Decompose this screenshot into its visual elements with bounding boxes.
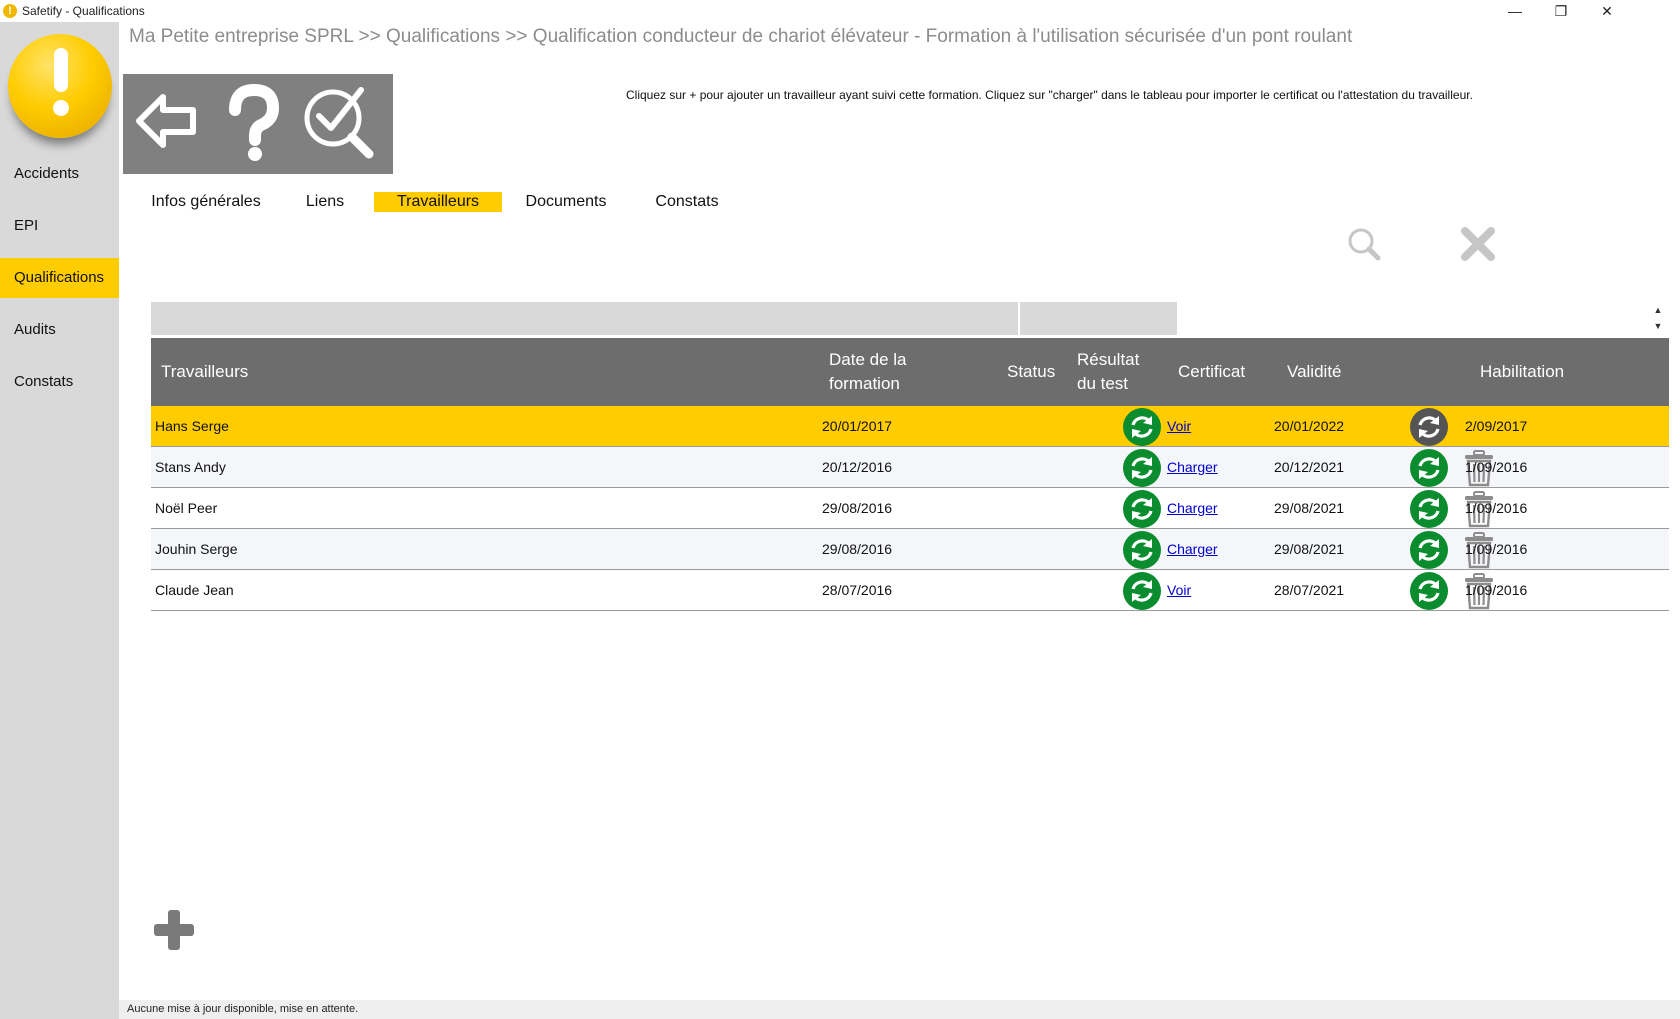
breadcrumb: Ma Petite entreprise SPRL >> Qualificati… — [129, 26, 1353, 47]
close-icon — [1461, 227, 1495, 261]
clear-filter-button[interactable] — [1460, 226, 1496, 262]
back-button[interactable] — [125, 80, 211, 166]
instruction-text: Cliquez sur + pour ajouter un travailleu… — [626, 88, 1473, 102]
test-result-refresh-icon[interactable] — [1123, 531, 1161, 569]
table-row[interactable]: Claude Jean 28/07/2016 Voir 28/07/2021 1/09/… — [151, 570, 1669, 611]
habilitation-refresh-icon[interactable] — [1410, 572, 1448, 610]
header-result[interactable]: Résultat du test — [1077, 348, 1139, 396]
certificate-link[interactable]: Voir — [1167, 570, 1191, 611]
table-header: Travailleurs Date de la formation Status… — [151, 338, 1669, 406]
help-icon — [229, 83, 280, 161]
tab-documents[interactable]: Documents — [522, 192, 610, 212]
cell-training-date: 20/01/2017 — [822, 418, 893, 434]
restore-button[interactable]: ❐ — [1538, 0, 1584, 22]
sidebar-item-epi[interactable]: EPI — [0, 206, 119, 246]
tab-travailleurs[interactable]: Travailleurs — [374, 192, 502, 212]
close-window-button[interactable]: ✕ — [1584, 0, 1630, 22]
cell-worker-name: Stans Andy — [155, 459, 226, 475]
sidebar: Accidents EPI Qualifications Audits Cons… — [0, 22, 119, 1019]
app-logo — [8, 34, 112, 138]
cell-validity: 20/01/2022 — [1274, 418, 1345, 434]
certificate-link[interactable]: Voir — [1167, 406, 1191, 447]
app-icon: ! — [3, 4, 17, 18]
header-result-line1: Résultat — [1077, 350, 1140, 369]
cell-training-date: 29/08/2016 — [822, 500, 893, 516]
habilitation-refresh-icon[interactable] — [1410, 408, 1448, 446]
certificate-link[interactable]: Charger — [1167, 447, 1218, 488]
cell-training-date: 20/12/2016 — [822, 459, 893, 475]
cell-worker-name: Noël Peer — [155, 500, 218, 516]
verify-button[interactable] — [297, 80, 383, 166]
habilitation-refresh-icon[interactable] — [1410, 449, 1448, 487]
help-button[interactable] — [211, 80, 297, 166]
header-certificate[interactable]: Certificat — [1178, 360, 1245, 384]
toolbar — [123, 74, 393, 174]
cell-worker-name: Claude Jean — [155, 582, 234, 598]
test-result-refresh-icon[interactable] — [1123, 408, 1161, 446]
cell-habilitation: 1/09/2016 — [1465, 459, 1528, 475]
search-icon — [1348, 228, 1381, 261]
cell-validity: 28/07/2021 — [1274, 582, 1345, 598]
cell-worker-name: Hans Serge — [155, 418, 229, 434]
minimize-button[interactable]: — — [1492, 0, 1538, 22]
filter-field-date[interactable] — [1020, 302, 1177, 335]
cell-habilitation: 1/09/2016 — [1465, 582, 1528, 598]
certificate-link[interactable]: Charger — [1167, 488, 1218, 529]
header-validity[interactable]: Validité — [1287, 360, 1342, 384]
scrollbar[interactable]: ▲ ▼ — [1651, 302, 1665, 335]
habilitation-refresh-icon[interactable] — [1410, 531, 1448, 569]
cell-validity: 29/08/2021 — [1274, 500, 1345, 516]
cell-validity: 29/08/2021 — [1274, 541, 1345, 557]
logo-exclamation-dot — [53, 100, 69, 116]
table-row[interactable]: Jouhin Serge 29/08/2016 Charger 29/08/2021 1… — [151, 529, 1669, 570]
sidebar-item-qualifications[interactable]: Qualifications — [0, 258, 119, 298]
plus-icon — [154, 910, 194, 950]
status-text: Aucune mise à jour disponible, mise en a… — [127, 1003, 359, 1015]
status-bar: Aucune mise à jour disponible, mise en a… — [119, 1000, 1680, 1019]
cell-training-date: 29/08/2016 — [822, 541, 893, 557]
sidebar-item-constats[interactable]: Constats — [0, 362, 119, 402]
cell-habilitation: 2/09/2017 — [1465, 418, 1528, 434]
scroll-up-icon[interactable]: ▲ — [1651, 302, 1665, 318]
header-status[interactable]: Status — [1007, 360, 1055, 384]
table-row[interactable]: Hans Serge 20/01/2017 Voir 20/01/2022 2/09/2… — [151, 406, 1669, 447]
window-title: Safetify - Qualifications — [22, 4, 145, 18]
header-habilitation[interactable]: Habilitation — [1480, 360, 1564, 384]
cell-training-date: 28/07/2016 — [822, 582, 893, 598]
filter-field-workers[interactable] — [151, 302, 1018, 335]
scroll-down-icon[interactable]: ▼ — [1651, 318, 1665, 334]
test-result-refresh-icon[interactable] — [1123, 449, 1161, 487]
cell-habilitation: 1/09/2016 — [1465, 541, 1528, 557]
header-date-line2: formation — [829, 374, 900, 393]
tab-infos-generales[interactable]: Infos générales — [143, 192, 269, 212]
sidebar-item-audits[interactable]: Audits — [0, 310, 119, 350]
cell-habilitation: 1/09/2016 — [1465, 500, 1528, 516]
test-result-refresh-icon[interactable] — [1123, 490, 1161, 528]
add-worker-button[interactable] — [152, 908, 196, 952]
header-workers[interactable]: Travailleurs — [161, 360, 248, 384]
tab-constats[interactable]: Constats — [654, 192, 720, 212]
test-result-refresh-icon[interactable] — [1123, 572, 1161, 610]
cell-worker-name: Jouhin Serge — [155, 541, 238, 557]
table-row[interactable]: Noël Peer 29/08/2016 Charger 29/08/2021 1/09… — [151, 488, 1669, 529]
logo-exclamation-bar — [54, 48, 68, 92]
header-date[interactable]: Date de la formation — [829, 348, 907, 396]
cell-validity: 20/12/2021 — [1274, 459, 1345, 475]
search-button[interactable] — [1346, 226, 1382, 262]
back-arrow-icon — [136, 94, 196, 148]
sidebar-item-accidents[interactable]: Accidents — [0, 154, 119, 194]
certificate-link[interactable]: Charger — [1167, 529, 1218, 570]
header-date-line1: Date de la — [829, 350, 907, 369]
header-result-line2: du test — [1077, 374, 1129, 393]
table-row[interactable]: Stans Andy 20/12/2016 Charger 20/12/2021 1/0… — [151, 447, 1669, 488]
title-bar: ! Safetify - Qualifications — ❐ ✕ — [0, 0, 1680, 22]
search-check-icon — [304, 87, 374, 159]
tab-liens[interactable]: Liens — [296, 192, 354, 212]
habilitation-refresh-icon[interactable] — [1410, 490, 1448, 528]
